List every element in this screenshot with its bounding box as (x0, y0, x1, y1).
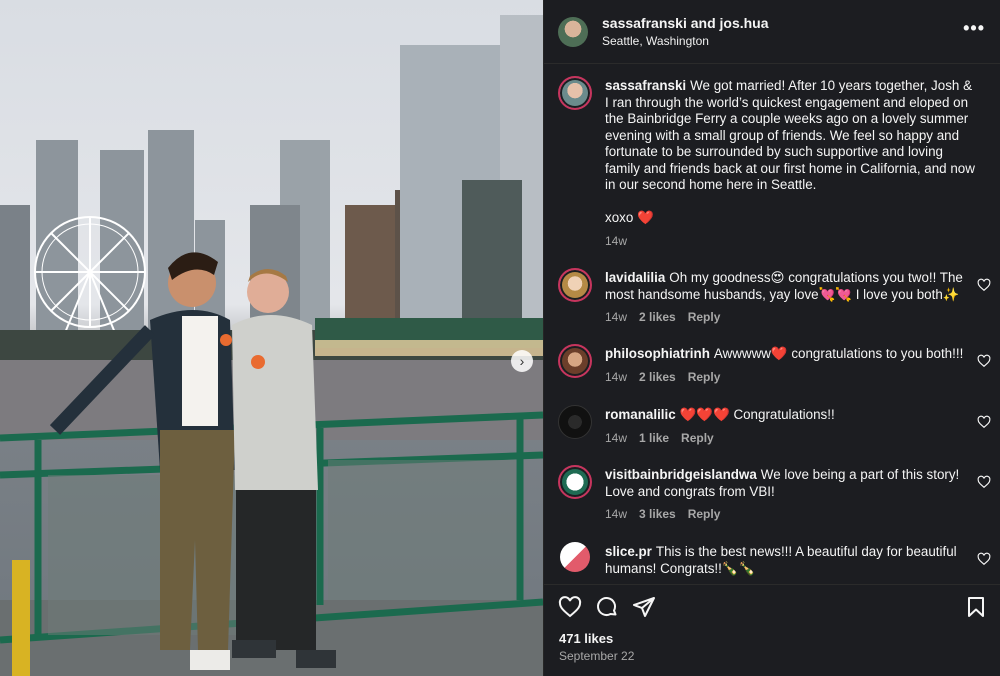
comment-heart-icon[interactable] (977, 278, 991, 292)
heart-icon[interactable] (558, 595, 582, 619)
comment-time: 14w (605, 507, 628, 521)
comment-text: This is the best news!!! A beautiful day… (605, 544, 957, 576)
comment-heart-icon[interactable] (977, 415, 991, 429)
post-caption: sassafranski We got married! After 10 yea… (544, 76, 1000, 256)
action-bar (544, 584, 1000, 624)
comment-item: slice.pr This is the best news!!! A beaut… (544, 542, 1000, 582)
wedding-photo-illustration (0, 15, 543, 676)
commenter-avatar[interactable] (560, 542, 590, 572)
send-icon[interactable] (632, 595, 656, 619)
comment-time: 14w (605, 310, 628, 324)
reply-button[interactable]: Reply (688, 310, 721, 324)
next-image-button[interactable]: › (511, 350, 533, 372)
commenter-avatar[interactable] (558, 405, 592, 439)
post-panel: sassafranski and jos.hua Seattle, Washin… (543, 0, 1000, 676)
comment-heart-icon[interactable] (977, 475, 991, 489)
comment-likes[interactable]: 2 likes (639, 310, 676, 324)
reply-button[interactable]: Reply (681, 431, 714, 445)
comment-item: visitbainbridgeislandwa We love being a p… (544, 465, 1000, 525)
caption-avatar[interactable] (558, 76, 592, 110)
commenter-avatar[interactable] (558, 344, 592, 378)
bookmark-icon[interactable] (964, 595, 988, 619)
post-author[interactable]: sassafranski and jos.hua (602, 15, 769, 31)
comment-text: ❤️❤️❤️ Congratulations!! (679, 407, 835, 422)
comment-item: romanalilic ❤️❤️❤️ Congratulations!! 14w … (544, 405, 1000, 449)
commenter-avatar[interactable] (558, 268, 592, 302)
caption-time: 14w (605, 234, 628, 248)
caption-text: We got married! After 10 years together,… (605, 78, 975, 192)
post-photo[interactable]: › (0, 0, 543, 676)
more-options-icon[interactable]: ••• (963, 18, 985, 39)
comment-text: Awwwww❤️ congratulations to you both!!! (713, 346, 964, 361)
comment-username[interactable]: philosophiatrinh (605, 346, 710, 361)
comment-likes[interactable]: 1 like (639, 431, 669, 445)
comment-time: 14w (605, 431, 628, 445)
reply-button[interactable]: Reply (688, 507, 721, 521)
comment-item: lavidalilia Oh my goodness😍 congratulatio… (544, 268, 1000, 328)
author-avatar[interactable] (558, 17, 588, 47)
comment-item: philosophiatrinh Awwwww❤️ congratulations… (544, 344, 1000, 388)
comment-username[interactable]: romanalilic (605, 407, 676, 422)
comment-heart-icon[interactable] (977, 354, 991, 368)
likes-count[interactable]: 471 likes (559, 631, 613, 646)
post-location[interactable]: Seattle, Washington (602, 34, 709, 48)
caption-username[interactable]: sassafranski (605, 78, 686, 93)
comment-username[interactable]: visitbainbridgeislandwa (605, 467, 757, 482)
comment-username[interactable]: lavidalilia (605, 270, 665, 285)
comment-likes[interactable]: 3 likes (639, 507, 676, 521)
instagram-post: › sassafranski and jos.hua Seattle, Wash… (0, 0, 1000, 676)
reply-button[interactable]: Reply (688, 370, 721, 384)
chevron-right-icon: › (519, 353, 525, 369)
comment-icon[interactable] (595, 595, 619, 619)
caption-signoff: xoxo ❤️ (605, 210, 654, 225)
comment-username[interactable]: slice.pr (605, 544, 652, 559)
commenter-avatar[interactable] (558, 465, 592, 499)
comment-heart-icon[interactable] (977, 552, 991, 566)
comment-likes[interactable]: 2 likes (639, 370, 676, 384)
comment-time: 14w (605, 370, 628, 384)
post-date: September 22 (559, 649, 635, 663)
post-header: sassafranski and jos.hua Seattle, Washin… (544, 0, 1000, 64)
